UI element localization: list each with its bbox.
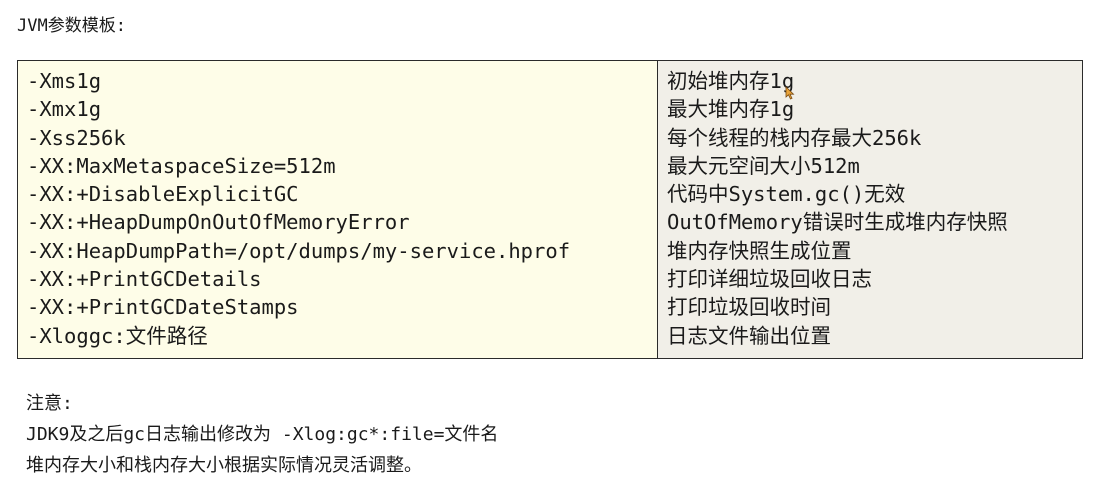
- notes-section: 注意: JDK9及之后gc日志输出修改为 -Xlog:gc*:file=文件名 …: [26, 388, 498, 481]
- notes-line-jdk9: JDK9及之后gc日志输出修改为 -Xlog:gc*:file=文件名: [26, 424, 499, 445]
- description-cell: 日志文件输出位置: [667, 323, 831, 348]
- description-cell: OutOfMemory错误时生成堆内存快照: [667, 210, 1008, 235]
- option-cell: -Xmx1g: [27, 97, 102, 122]
- page-heading: JVM参数模板:: [17, 16, 126, 36]
- options-column: -Xms1g -Xmx1g -Xss256k -XX:MaxMetaspaceS…: [18, 61, 658, 358]
- jvm-params-table: -Xms1g -Xmx1g -Xss256k -XX:MaxMetaspaceS…: [17, 60, 1083, 359]
- description-cell: 最大堆内存1g: [667, 97, 795, 122]
- description-cell: 打印详细垃圾回收日志: [667, 267, 872, 292]
- description-cell: 初始堆内存1g: [667, 69, 795, 93]
- notes-line-memory: 堆内存大小和栈内存大小根据实际情况灵活调整。: [26, 455, 422, 476]
- option-cell: -XX:+PrintGCDetails: [27, 267, 262, 292]
- option-cell: -XX:+PrintGCDateStamps: [27, 295, 299, 320]
- option-cell: -Xloggc:文件路径: [27, 323, 208, 348]
- option-cell: -XX:+DisableExplicitGC: [27, 182, 299, 207]
- mouse-pointer-icon: [785, 86, 795, 100]
- option-cell: -XX:MaxMetaspaceSize=512m: [27, 153, 336, 178]
- description-cell: 堆内存快照生成位置: [667, 238, 852, 263]
- option-cell: -XX:HeapDumpPath=/opt/dumps/my-service.h…: [27, 238, 571, 263]
- notes-title: 注意:: [26, 393, 73, 414]
- option-cell: -XX:+HeapDumpOnOutOfMemoryError: [27, 210, 410, 235]
- description-cell: 打印垃圾回收时间: [667, 295, 831, 320]
- option-cell: -Xss256k: [27, 125, 126, 150]
- option-cell: -Xms1g: [27, 69, 102, 93]
- description-cell: 代码中System.gc()无效: [667, 182, 906, 207]
- descriptions-column: 初始堆内存1g 最大堆内存1g 每个线程的栈内存最大256k 最大元空间大小51…: [658, 61, 1082, 358]
- description-cell: 每个线程的栈内存最大256k: [667, 125, 922, 150]
- description-cell: 最大元空间大小512m: [667, 153, 860, 178]
